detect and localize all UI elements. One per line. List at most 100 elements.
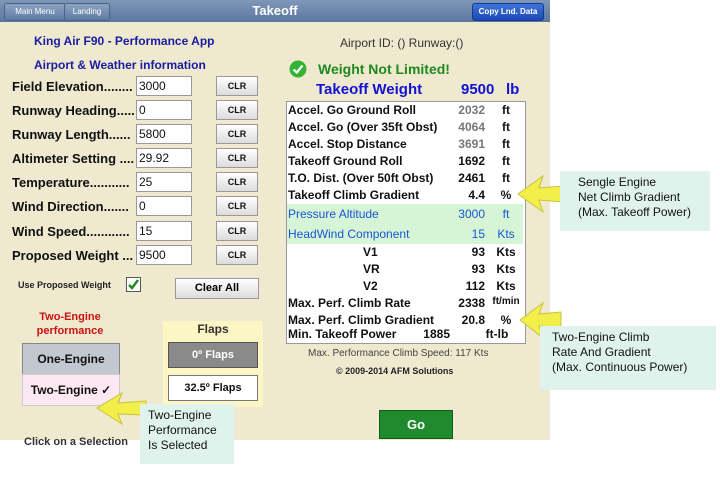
result-unit: ft	[502, 154, 510, 168]
result-value: 1885	[423, 327, 450, 341]
callout-line: Two-Engine Climb	[552, 330, 650, 344]
callout-line: Is Selected	[148, 438, 208, 452]
selection-hint: Click on a Selection	[24, 436, 128, 448]
result-value: 112	[465, 279, 485, 293]
result-unit: Kts	[496, 245, 516, 259]
temperature-input[interactable]: 25	[136, 172, 192, 192]
result-label: Accel. Stop Distance	[288, 137, 407, 151]
result-value: 93	[471, 245, 485, 259]
proposed-weight-input[interactable]: 9500	[136, 245, 192, 265]
result-value: 2338	[458, 296, 485, 310]
runway-heading-clr-button[interactable]: CLR	[216, 100, 258, 120]
engine-performance-title: Two-Engine performance	[36, 311, 104, 337]
result-label: Min. Takeoff Power	[288, 327, 397, 341]
copyright: © 2009-2014 AFM Solutions	[336, 366, 454, 376]
result-label: V1	[363, 245, 378, 259]
result-row: Max. Perf. Climb Rate 2338 ft/min	[287, 295, 523, 312]
field-elevation-clr-button[interactable]: CLR	[216, 76, 258, 96]
wind-speed-clr-button[interactable]: CLR	[216, 221, 258, 241]
runway-length-label: Runway Length......	[12, 127, 131, 142]
result-row: Min. Takeoff Power 1885 ft-lb	[287, 326, 523, 343]
result-label: Takeoff Climb Gradient	[288, 188, 420, 202]
result-value: 3691	[458, 137, 485, 151]
result-label: V2	[363, 279, 378, 293]
flaps-title: Flaps	[197, 322, 229, 336]
result-value: 93	[471, 262, 485, 276]
runway-length-clr-button[interactable]: CLR	[216, 124, 258, 144]
result-value: 4064	[458, 120, 485, 134]
callout-line: Sengle Engine	[578, 175, 657, 189]
app-title: King Air F90 - Performance App	[34, 34, 215, 48]
result-value: 1692	[458, 154, 485, 168]
result-value: 2032	[458, 103, 485, 117]
check-circle-icon	[289, 60, 307, 78]
result-unit: Kts	[496, 279, 516, 293]
result-row: Accel. Go (Over 35ft Obst) 4064 ft	[287, 119, 523, 136]
section-title: Airport & Weather information	[34, 58, 206, 72]
result-row: T.O. Dist. (Over 50ft Obst) 2461 ft	[287, 170, 523, 187]
result-unit: ft/min	[492, 296, 520, 307]
climb-speed-text: Max. Performance Climb Speed: 117 Kts	[308, 348, 489, 359]
callout-single-engine: Sengle Engine Net Climb Gradient (Max. T…	[560, 171, 710, 231]
proposed-weight-label: Proposed Weight ...	[12, 248, 134, 263]
temperature-clr-button[interactable]: CLR	[216, 172, 258, 192]
wind-direction-label: Wind Direction.......	[12, 199, 129, 214]
one-engine-button[interactable]: One-Engine	[22, 343, 120, 375]
clear-all-button[interactable]: Clear All	[175, 278, 259, 299]
field-elevation-label: Field Elevation........	[12, 79, 133, 94]
result-label: Pressure Altitude	[288, 207, 379, 221]
result-value: 4.4	[468, 188, 485, 202]
result-label: Accel. Go (Over 35ft Obst)	[288, 120, 438, 134]
result-unit: ft	[502, 103, 510, 117]
callout-line: Performance	[148, 423, 217, 437]
callout-line: Net Climb Gradient	[578, 190, 681, 204]
result-label: HeadWind Component	[288, 227, 410, 241]
copy-landing-data-button[interactable]: Copy Lnd. Data	[472, 3, 544, 21]
result-row: Takeoff Climb Gradient 4.4 %	[287, 187, 523, 204]
result-unit: Kts	[497, 227, 515, 241]
arrow-icon	[517, 174, 564, 214]
result-value: 2461	[458, 171, 485, 185]
altimeter-setting-label: Altimeter Setting ....	[12, 151, 135, 166]
thirtytwo-flaps-button[interactable]: 32.5º Flaps	[168, 375, 258, 401]
result-row: V2 112 Kts	[287, 278, 523, 295]
zero-flaps-button[interactable]: 0º Flaps	[168, 342, 258, 368]
top-bar: Main Menu Landing Takeoff Copy Lnd. Data	[0, 0, 550, 22]
wind-speed-input[interactable]: 15	[136, 221, 192, 241]
result-unit: ft	[502, 120, 510, 134]
result-row: V1 93 Kts	[287, 244, 523, 261]
go-button[interactable]: Go	[379, 410, 453, 439]
field-elevation-input[interactable]: 3000	[136, 76, 192, 96]
result-unit: ft	[502, 137, 510, 151]
result-row-highlight: Pressure Altitude 3000 ft	[287, 204, 523, 224]
takeoff-weight-value: 9500	[461, 81, 495, 98]
use-proposed-weight-label: Use Proposed Weight	[18, 280, 111, 290]
wind-speed-label: Wind Speed............	[12, 224, 130, 239]
result-label: Takeoff Ground Roll	[288, 154, 403, 168]
use-proposed-weight-checkbox[interactable]	[126, 277, 141, 292]
result-row: Takeoff Ground Roll 1692 ft	[287, 153, 523, 170]
runway-heading-label: Runway Heading.....	[12, 103, 135, 118]
result-value: 3000	[458, 207, 485, 221]
result-value: 15	[471, 227, 485, 241]
altimeter-setting-clr-button[interactable]: CLR	[216, 148, 258, 168]
proposed-weight-clr-button[interactable]: CLR	[216, 245, 258, 265]
callout-two-engine-climb: Two-Engine Climb Rate And Gradient (Max.…	[540, 326, 716, 390]
runway-heading-input[interactable]: 0	[136, 100, 192, 120]
result-unit: ft-lb	[485, 327, 509, 341]
result-label: Max. Perf. Climb Rate	[288, 296, 411, 310]
result-label: Max. Perf. Climb Gradient	[288, 313, 435, 327]
result-row: Accel. Go Ground Roll 2032 ft	[287, 102, 523, 119]
result-unit: %	[500, 313, 512, 327]
takeoff-weight-unit: lb	[506, 81, 520, 98]
callout-line: (Max. Takeoff Power)	[578, 205, 691, 219]
result-label: VR	[363, 262, 380, 276]
result-row-highlight: HeadWind Component 15 Kts	[287, 224, 523, 244]
wind-direction-input[interactable]: 0	[136, 196, 192, 216]
result-value: 20.8	[461, 313, 485, 327]
wind-direction-clr-button[interactable]: CLR	[216, 196, 258, 216]
airport-id: Airport ID: () Runway:()	[340, 36, 464, 50]
result-unit: Kts	[496, 262, 516, 276]
runway-length-input[interactable]: 5800	[136, 124, 192, 144]
altimeter-setting-input[interactable]: 29.92	[136, 148, 192, 168]
